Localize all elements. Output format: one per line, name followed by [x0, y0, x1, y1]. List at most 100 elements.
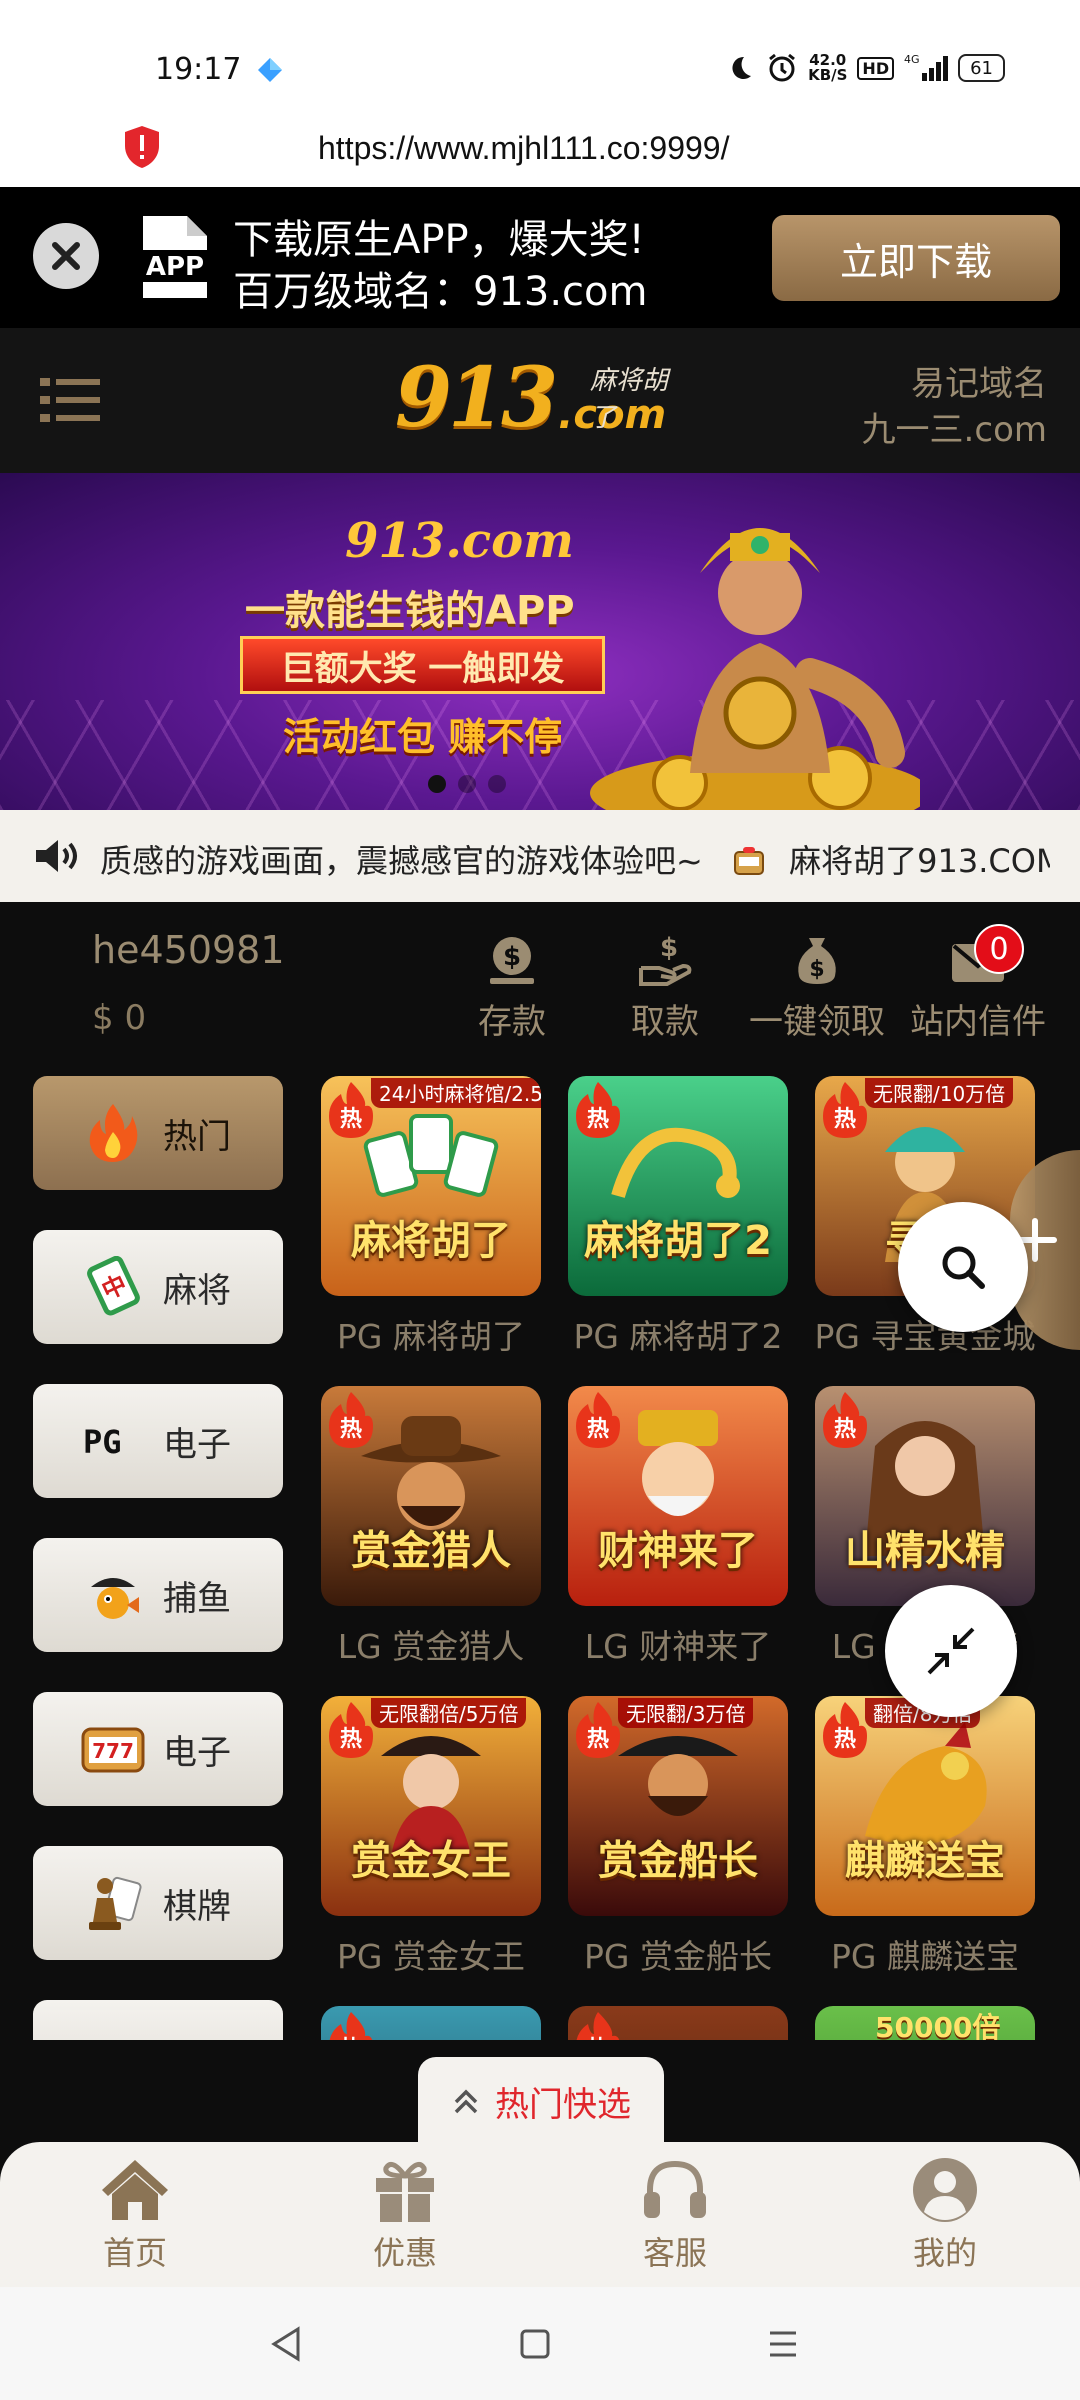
url-text[interactable]: https://www.mjhl111.co:9999/ — [318, 130, 729, 167]
deposit-label: 存款 — [478, 1002, 546, 1042]
svg-text:热: 热 — [340, 1726, 362, 1752]
fire-icon — [81, 1101, 145, 1165]
game-tag: 24小时麻将馆/2.5万倍 — [371, 1078, 541, 1108]
svg-text:热: 热 — [587, 2036, 609, 2040]
svg-text:热: 热 — [587, 1726, 609, 1752]
collect-all-button[interactable]: $ 一键领取 — [742, 932, 892, 1043]
hot-badge: 热 — [329, 1392, 373, 1448]
game-tag: 50000倍 — [875, 2011, 1001, 2040]
home-square-icon[interactable] — [510, 2319, 560, 2369]
category-slots[interactable]: 777 电子 — [33, 1692, 283, 1806]
withdraw-label: 取款 — [631, 1002, 699, 1042]
nav-promotions[interactable]: 优惠 — [270, 2142, 540, 2287]
signal-icon: 4G — [904, 52, 949, 84]
system-navigation-bar — [0, 2287, 1080, 2400]
hot-quick-select-tab[interactable]: 热门快选 — [418, 2057, 664, 2145]
withdraw-button[interactable]: $ 取款 — [585, 932, 745, 1043]
game-card[interactable]: 麻将胡了2 热 PG 麻将胡了2 — [568, 1076, 788, 1358]
svg-text:热: 热 — [587, 1106, 609, 1132]
back-icon[interactable] — [262, 2319, 312, 2369]
game-thumbnail: 麒麟送宝 热 翻倍/8万倍 — [815, 1696, 1035, 1916]
browser-url-bar[interactable]: https://www.mjhl111.co:9999/ — [0, 110, 1080, 187]
domain-note-value: 九一三.com — [861, 410, 1047, 450]
game-card[interactable]: 热 — [321, 2006, 541, 2040]
download-now-button[interactable]: 立即下载 — [772, 215, 1060, 301]
carousel-dot[interactable] — [488, 775, 506, 793]
game-name: LG 赏金猎人 — [337, 1627, 525, 1666]
game-card[interactable]: 热 — [568, 2006, 788, 2040]
game-name: PG 赏金船长 — [584, 1937, 772, 1976]
game-card[interactable]: 麻将胡了 热 24小时麻将馆/2.5万倍 PG 麻将胡了 — [321, 1076, 541, 1358]
balance: $ 0 — [92, 998, 147, 1038]
nav-home-label: 首页 — [102, 2233, 167, 2272]
app-file-icon: APP — [137, 216, 213, 298]
carousel-dot[interactable] — [458, 775, 476, 793]
category-label: 热门 — [163, 1116, 231, 1157]
announcement-text: 质感的游戏画面，震撼感官的游戏体验吧~ 麻将胡了913.COM — [100, 842, 1050, 880]
net-speed: 42.0 KB/S — [808, 51, 848, 84]
game-name: LG 财神来了 — [584, 1627, 772, 1666]
slot-machine-icon — [734, 847, 764, 875]
double-chevron-up-icon — [454, 2089, 478, 2114]
svg-text:热: 热 — [587, 1416, 609, 1442]
svg-text:$: $ — [503, 942, 521, 972]
download-domain-line: 百万级域名：913.com — [233, 269, 648, 315]
headset-icon — [644, 2160, 706, 2218]
category-sidebar: 热门 中 麻将 PG 电子 捕鱼 777 电子 棋牌 — [33, 1072, 285, 2040]
svg-text:$: $ — [660, 933, 678, 963]
hot-badge: 热 — [329, 1702, 373, 1758]
nav-home[interactable]: 首页 — [0, 2142, 270, 2287]
svg-text:APP: APP — [146, 252, 204, 282]
game-thumbnail: 赏金猎人 热 — [321, 1386, 541, 1606]
svg-text:热: 热 — [340, 2036, 362, 2040]
category-fishing[interactable]: 捕鱼 — [33, 1538, 283, 1652]
chess-card-icon — [81, 1871, 145, 1935]
mahjong-tile-icon: 中 — [81, 1255, 145, 1319]
category-hot[interactable]: 热门 — [33, 1076, 283, 1190]
security-warning-shield-icon[interactable] — [122, 124, 162, 170]
money-bag-icon: $ — [798, 938, 836, 984]
home-icon — [102, 2159, 168, 2220]
game-card[interactable]: 赏金女王 热 无限翻倍/5万倍 PG 赏金女王 — [321, 1696, 541, 1978]
close-banner-button[interactable] — [33, 223, 99, 289]
site-logo[interactable]: 913 .com 麻将胡了 — [395, 350, 685, 446]
nav-support-label: 客服 — [642, 2233, 707, 2272]
category-board-cards[interactable]: 棋牌 — [33, 1846, 283, 1960]
game-thumbnail: 麻将胡了 热 24小时麻将馆/2.5万倍 — [321, 1076, 541, 1296]
recents-menu-icon[interactable] — [758, 2319, 808, 2369]
game-card[interactable]: 50000倍 — [815, 2006, 1035, 2040]
moon-icon — [724, 52, 756, 84]
nav-profile-label: 我的 — [912, 2233, 977, 2272]
svg-text:热: 热 — [340, 1106, 362, 1132]
game-name: PG 麒麟送宝 — [831, 1937, 1019, 1976]
nav-profile[interactable]: 我的 — [810, 2142, 1080, 2287]
game-thumbnail: 山精水精 热 — [815, 1386, 1035, 1606]
search-button[interactable] — [898, 1202, 1028, 1332]
game-card[interactable]: 赏金船长 热 无限翻/3万倍 PG 赏金船长 — [568, 1696, 788, 1978]
svg-text:热: 热 — [834, 1416, 856, 1442]
status-bar: 19:17 42.0 KB/S HD 4G 61 — [0, 0, 1080, 110]
deposit-button[interactable]: $ 存款 — [432, 932, 592, 1043]
game-card[interactable]: 麒麟送宝 热 翻倍/8万倍 PG 麒麟送宝 — [815, 1696, 1035, 1978]
nav-support[interactable]: 客服 — [540, 2142, 810, 2287]
category-more[interactable] — [33, 2000, 283, 2040]
announcement-marquee[interactable]: 质感的游戏画面，震撼感官的游戏体验吧~ 麻将胡了913.COM — [0, 810, 1080, 902]
hot-badge: 热 — [576, 1392, 620, 1448]
close-icon — [52, 242, 80, 270]
status-time: 19:17 — [155, 52, 242, 87]
game-card[interactable]: 财神来了 热 LG 财神来了 — [568, 1386, 788, 1668]
collapse-button[interactable] — [885, 1585, 1017, 1717]
download-headline: 下载原生APP，爆大奖! — [233, 217, 645, 263]
svg-text:777: 777 — [92, 1739, 134, 1763]
hero-logo: 913.com — [345, 513, 574, 569]
category-pg-slots[interactable]: PG 电子 — [33, 1384, 283, 1498]
game-card[interactable]: 赏金猎人 热 LG 赏金猎人 — [321, 1386, 541, 1668]
category-mahjong[interactable]: 中 麻将 — [33, 1230, 283, 1344]
inbox-button[interactable]: 站内信件 0 — [898, 924, 1058, 1043]
promo-carousel[interactable]: 913.com 一款能生钱的APP 巨额大奖 一触即发 活动红包 赚不停 — [0, 473, 1080, 810]
carousel-dot[interactable] — [428, 775, 446, 793]
mahjong-tiles-art — [363, 1114, 499, 1197]
hot-badge: 热 — [329, 1082, 373, 1138]
game-name: PG 麻将胡了2 — [573, 1317, 783, 1356]
menu-icon[interactable] — [40, 376, 100, 424]
